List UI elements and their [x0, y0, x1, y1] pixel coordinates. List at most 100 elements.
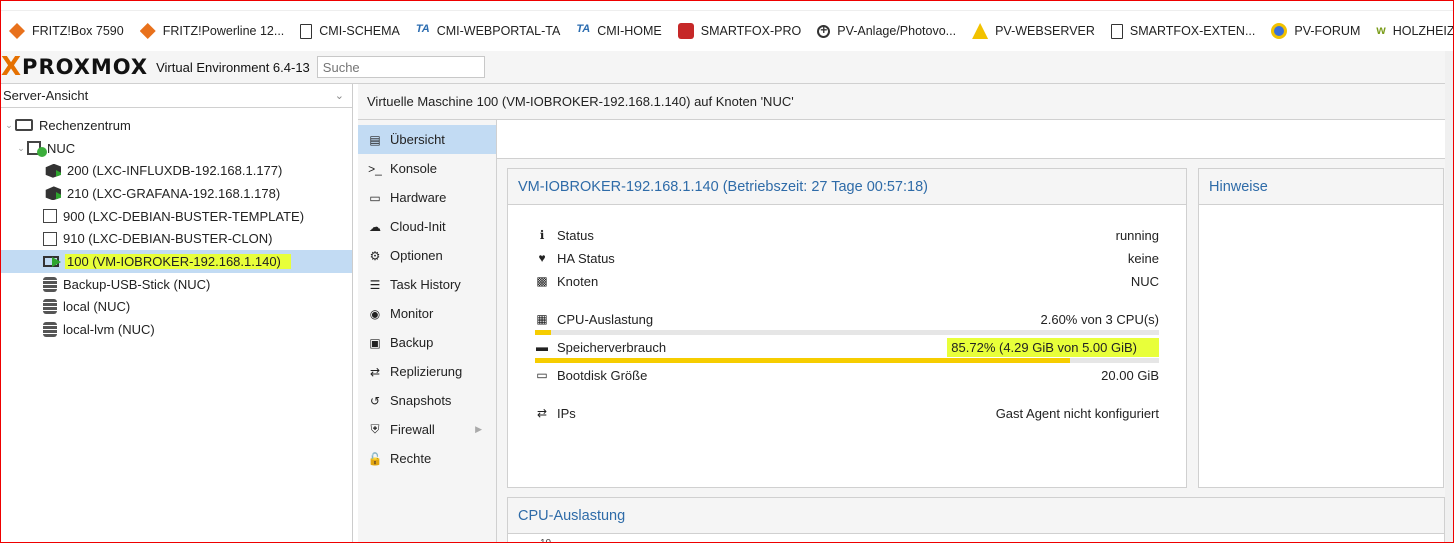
ta-icon: TA — [415, 23, 430, 35]
tree-item-datacenter[interactable]: ⌄ Rechenzentrum — [1, 114, 352, 137]
status-label: Status — [557, 227, 594, 243]
menu-label: Optionen — [390, 248, 443, 263]
bookmark-pv-webserver[interactable]: PV-WEBSERVER — [964, 11, 1103, 51]
address-bar[interactable] — [1, 1, 1453, 11]
cpu-value: 2.60% von 3 CPU(s) — [1040, 311, 1160, 327]
collapse-icon[interactable]: ⌄ — [15, 143, 27, 154]
monitor-icon: ▭ — [369, 190, 381, 205]
bookmark-fritzbox[interactable]: FRITZ!Box 7590 — [1, 11, 132, 51]
menu-item-monitor[interactable]: ◉ Monitor — [358, 299, 496, 328]
bookmark-pv-anlage[interactable]: PV-Anlage/Photovo... — [809, 11, 964, 51]
view-selector-value: Server-Ansicht — [3, 88, 89, 103]
unlock-icon: 🔓 — [367, 451, 383, 466]
memory-icon: ▬ — [536, 340, 548, 354]
bookmark-fritz-powerline[interactable]: FRITZ!Powerline 12... — [132, 11, 293, 51]
bookmark-cmi-webportal[interactable]: TA CMI-WEBPORTAL-TA — [408, 11, 568, 51]
cpu-chart-panel: CPU-Auslastung 10 — [507, 497, 1445, 542]
menu-item-backup[interactable]: ▣ Backup — [358, 328, 496, 357]
node-online-icon — [27, 141, 47, 158]
bookmark-pv-forum[interactable]: PV-FORUM — [1263, 11, 1368, 51]
chevron-down-icon: ⌄ — [334, 90, 344, 102]
ha-status-row: ♥ HA Status keine — [535, 249, 1159, 267]
bookmark-label: CMI-HOME — [597, 24, 662, 38]
cpu-label: CPU-Auslastung — [557, 311, 654, 327]
menu-item-firewall[interactable]: ⛨ Firewall ▶ — [358, 415, 496, 444]
bookmark-label: SMARTFOX-PRO — [700, 24, 802, 38]
hdd-icon: ▭ — [536, 368, 548, 382]
bookmark-smartfox-exten[interactable]: SMARTFOX-EXTEN... — [1103, 11, 1263, 51]
bookmark-label: HOLZHEIZERFORUM — [1392, 24, 1454, 38]
menu-label: Firewall — [390, 422, 435, 437]
fritz-icon — [139, 23, 156, 39]
status-row: ℹ Status running — [535, 226, 1159, 244]
vm-menu: ▤ Übersicht >_ Konsole ▭ Hardware ☁ Cloud-In… — [358, 120, 497, 542]
menu-label: Replizierung — [390, 364, 463, 379]
menu-item-cloud-init[interactable]: ☁ Cloud-Init — [358, 212, 496, 241]
notes-panel-title: Hinweise — [1199, 169, 1443, 205]
vm-running-icon — [43, 255, 61, 267]
bootdisk-value: 20.00 GiB — [1101, 367, 1159, 383]
cpu-row: ▦ CPU-Auslastung 2.60% von 3 CPU(s) — [535, 310, 1159, 328]
collapse-icon[interactable]: ⌄ — [3, 120, 15, 131]
tree-item-storage-backup[interactable]: Backup-USB-Stick (NUC) — [1, 273, 352, 296]
menu-label: Konsole — [390, 161, 437, 176]
bookmark-holzheizerforum[interactable]: ᴡ HOLZHEIZERFORUM — [1368, 11, 1454, 51]
tree-item-storage-local-lvm[interactable]: local-lvm (NUC) — [1, 318, 352, 341]
cpu-chart-title: CPU-Auslastung — [508, 498, 1444, 534]
bookmark-label: FRITZ!Box 7590 — [32, 24, 124, 38]
tree-item-ct-200[interactable]: 200 (LXC-INFLUXDB-192.168.1.177) — [1, 159, 352, 182]
search-input[interactable] — [316, 56, 485, 78]
tree-item-node-nuc[interactable]: ⌄ NUC — [1, 137, 352, 160]
bookmark-smartfox-pro[interactable]: SMARTFOX-PRO — [670, 11, 809, 51]
building-icon: ▩ — [536, 274, 548, 288]
bookmark-label: PV-Anlage/Photovo... — [837, 24, 957, 38]
memory-usage-bar — [535, 358, 1159, 363]
tree-item-label: local-lvm (NUC) — [63, 322, 155, 338]
logo-x: X — [1, 52, 22, 82]
shield-icon: ⛨ — [370, 422, 380, 436]
menu-label: Übersicht — [390, 132, 445, 147]
tree-item-ct-900[interactable]: 900 (LXC-DEBIAN-BUSTER-TEMPLATE) — [1, 205, 352, 228]
hh-icon: ᴡ — [1376, 23, 1386, 37]
tree-item-ct-910[interactable]: 910 (LXC-DEBIAN-BUSTER-CLON) — [1, 227, 352, 250]
memory-label: Speicherverbrauch — [557, 339, 667, 355]
tree-item-vm-100[interactable]: 100 (VM-IOBROKER-192.168.1.140) — [1, 250, 352, 273]
menu-label: Rechte — [390, 451, 432, 466]
node-label: Knoten — [557, 273, 599, 289]
menu-item-permissions[interactable]: 🔓 Rechte — [358, 444, 496, 473]
content-toolbar — [497, 120, 1445, 159]
floppy-icon: ▣ — [369, 335, 381, 350]
tree-item-storage-local[interactable]: local (NUC) — [1, 296, 352, 319]
menu-item-task-history[interactable]: ☰ Task History — [358, 270, 496, 299]
book-icon: ▤ — [369, 132, 381, 147]
menu-item-options[interactable]: ⚙ Optionen — [358, 241, 496, 270]
forum-icon — [1271, 23, 1288, 39]
menu-label: Monitor — [390, 306, 434, 321]
menu-item-replication[interactable]: ⇄ Replizierung — [358, 357, 496, 386]
menu-label: Cloud-Init — [390, 219, 446, 234]
bookmarks-bar: FRITZ!Box 7590 FRITZ!Powerline 12... CMI… — [1, 11, 1454, 51]
plus-circle-icon — [817, 23, 831, 38]
list-icon: ☰ — [369, 277, 381, 292]
ta-icon: TA — [576, 23, 591, 35]
cpu-usage-bar — [535, 330, 1159, 335]
container-stopped-icon — [43, 231, 57, 246]
menu-item-console[interactable]: >_ Konsole — [358, 154, 496, 183]
tree-item-label: Backup-USB-Stick (NUC) — [63, 276, 211, 292]
menu-item-overview[interactable]: ▤ Übersicht — [358, 125, 496, 154]
bookmark-cmi-schema[interactable]: CMI-SCHEMA — [292, 11, 408, 51]
bookmark-label: FRITZ!Powerline 12... — [162, 24, 285, 38]
proxmox-logo: X PROXMOX — [1, 51, 148, 84]
template-icon — [43, 209, 57, 224]
status-value: running — [1115, 227, 1159, 243]
tree-item-label: 900 (LXC-DEBIAN-BUSTER-TEMPLATE) — [63, 208, 305, 224]
bookmark-label: CMI-WEBPORTAL-TA — [436, 24, 561, 38]
view-selector[interactable]: Server-Ansicht ⌄ — [1, 84, 352, 108]
cloud-icon: ☁ — [369, 219, 381, 234]
tree-item-ct-210[interactable]: 210 (LXC-GRAFANA-192.168.1.178) — [1, 182, 352, 205]
menu-item-hardware[interactable]: ▭ Hardware — [358, 183, 496, 212]
status-panel: VM-IOBROKER-192.168.1.140 (Betriebszeit:… — [507, 168, 1187, 488]
menu-item-snapshots[interactable]: ↺ Snapshots — [358, 386, 496, 415]
node-row: ▩ Knoten NUC — [535, 272, 1159, 290]
bookmark-cmi-home[interactable]: TA CMI-HOME — [568, 11, 669, 51]
